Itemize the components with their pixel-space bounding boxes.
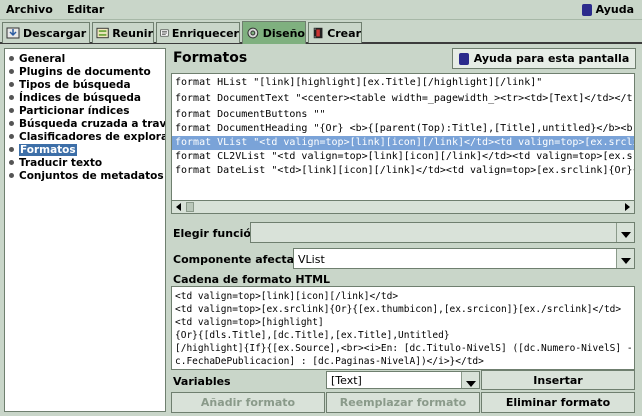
format-row[interactable]: format DocumentHeading "{Or} <b>{[parent… [175,122,634,136]
affected-component-select[interactable]: VList [293,248,635,269]
format-row[interactable]: format DocumentButtons "" [175,108,326,122]
sidebar-item-search-types[interactable]: Tipos de búsqueda [9,78,131,91]
gear-icon [247,27,259,39]
sidebar-item-label: Conjuntos de metadatos [19,169,164,182]
menu-ayuda[interactable]: Ayuda [581,3,634,16]
code-line: [/highlight]{If}{[ex.Source],<br><i>En: … [175,343,635,354]
tab-crear[interactable]: Crear [308,22,362,43]
sidebar-item-label: Plugins de documento [19,65,151,78]
sidebar-item-label: Particionar índices [19,104,130,117]
tab-descargar[interactable]: Descargar [2,22,90,43]
sidebar-item-search-indexes[interactable]: Índices de búsqueda [9,91,141,104]
tab-reunir-label: Reunir [112,26,153,40]
sidebar-item-cross-search[interactable]: Búsqueda cruzada a través [9,117,166,130]
bullet-icon [9,160,14,165]
code-line: <td valign=top>[ex.srclink]{Or}{[ex.thum… [175,304,622,315]
choose-function-label: Elegir función [173,227,259,240]
scroll-thumb[interactable] [186,202,194,212]
bullet-icon [9,121,14,126]
bullet-icon [9,173,14,178]
sidebar-item-translate-text[interactable]: Traducir texto [9,156,102,169]
code-line: c.FechaDePublicacion] : [dc.Paginas-Nive… [175,356,484,367]
tab-descargar-label: Descargar [23,26,87,40]
chevron-down-icon[interactable] [616,249,634,268]
add-format-button[interactable]: Añadir formato [171,392,325,413]
format-row-selected[interactable]: format VList "<td valign=top>[link][icon… [172,136,634,150]
format-string-label: Cadena de formato HTML [173,273,331,286]
help-book-icon [458,52,469,65]
sidebar-item-label: Tipos de búsqueda [19,78,131,91]
chevron-down-icon[interactable] [616,223,634,242]
menu-ayuda-label: Ayuda [595,3,634,16]
bullet-icon [9,134,14,139]
page-title: Formatos [173,50,248,66]
bullet-icon [9,82,14,87]
enrich-icon [160,29,169,37]
sidebar-item-formats[interactable]: Formatos [9,143,77,156]
format-string-editor[interactable]: <td valign=top>[link][icon][/link]</td> … [171,286,635,370]
affected-component-label: Componente afectado [173,253,310,266]
choose-function-select[interactable] [250,222,635,243]
design-sections-list: General Plugins de documento Tipos de bú… [4,48,166,412]
tab-diseno[interactable]: Diseño [242,21,306,44]
bullet-icon [9,108,14,113]
affected-component-value: VList [298,253,325,266]
download-icon [6,27,20,39]
insert-button[interactable]: Insertar [481,370,635,390]
format-list[interactable]: format HList "[link][highlight][ex.Title… [171,73,635,214]
help-screen-button[interactable]: Ayuda para esta pantalla [452,48,636,69]
menu-editar[interactable]: Editar [67,3,104,16]
tab-diseno-label: Diseño [262,26,305,40]
format-row[interactable]: format DateList "<td>[link][icon][/link]… [175,164,634,178]
format-row[interactable]: format DocumentText "<center><table widt… [175,92,634,106]
bullet-icon [9,56,14,61]
tab-crear-label: Crear [327,26,361,40]
bullet-icon [9,147,14,152]
sidebar-item-label: General [19,52,66,65]
sidebar-item-partition-indexes[interactable]: Particionar índices [9,104,130,117]
bullet-icon [9,95,14,100]
sidebar-item-label: Clasificadores de exploración [19,130,165,143]
tab-reunir[interactable]: Reunir [92,22,154,43]
menu-archivo[interactable]: Archivo [6,3,53,16]
film-icon [313,27,323,39]
delete-format-button[interactable]: Eliminar formato [481,392,635,413]
tab-enriquecer-label: Enriquecer [171,26,239,40]
sidebar-item-classifiers[interactable]: Clasificadores de exploración [9,130,165,143]
code-line: <td valign=top>[link][icon][/link]</td> [175,291,399,302]
code-line: {Or}{[dls.Title],[dc.Title],[ex.Title],U… [175,330,450,341]
variables-value: [Text] [331,374,362,387]
replace-format-button[interactable]: Reemplazar formato [326,392,480,413]
scroll-left-icon[interactable] [176,203,181,211]
format-row[interactable]: format HList "[link][highlight][ex.Title… [175,76,542,90]
sidebar-item-general[interactable]: General [9,52,65,65]
sidebar-item-metadata-sets[interactable]: Conjuntos de metadatos [9,169,164,182]
chevron-down-icon[interactable] [461,372,479,388]
scroll-right-icon[interactable] [625,203,630,211]
help-book-icon [581,3,592,16]
format-row[interactable]: format CL2VList "<td valign=top>[link][i… [175,150,634,164]
help-screen-label: Ayuda para esta pantalla [473,52,630,65]
sidebar-item-label: Traducir texto [19,156,103,169]
code-line: <td valign=top>[highlight] [175,317,324,328]
tab-enriquecer[interactable]: Enriquecer [156,22,240,43]
sidebar-item-plugins[interactable]: Plugins de documento [9,65,151,78]
variables-select[interactable]: [Text] [326,371,480,389]
format-list-scrollbar[interactable] [171,200,635,214]
tab-bar: Descargar Reunir Enriquecer Diseño Crear [0,21,642,44]
variables-label: Variables [173,375,231,388]
gather-icon [96,27,109,39]
bullet-icon [9,69,14,74]
sidebar-item-label: Índices de búsqueda [19,91,141,104]
menu-bar: Archivo Editar Ayuda [0,0,642,20]
sidebar-item-label: Búsqueda cruzada a través [19,117,166,130]
sidebar-item-label: Formatos [19,143,77,156]
